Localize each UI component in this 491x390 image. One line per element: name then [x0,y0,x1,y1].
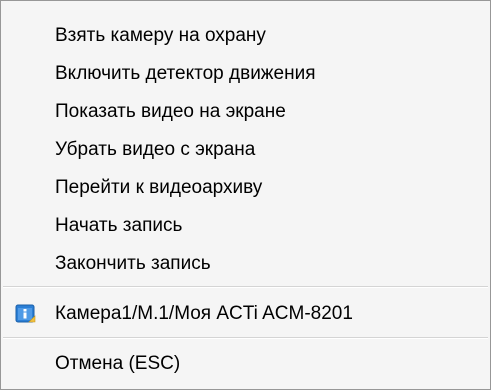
context-menu: Взять камеру на охрану Включить детектор… [0,0,491,390]
menu-item-arm-camera[interactable]: Взять камеру на охрану [3,19,488,53]
menu-item-label: Взять камеру на охрану [55,25,266,46]
menu-item-label: Показать видео на экране [55,101,286,122]
info-window-icon [15,303,37,325]
menu-item-label: Отмена (ESC) [55,353,181,374]
menu-item-label: Перейти к видеоархиву [55,177,263,198]
menu-item-cancel[interactable]: Отмена (ESC) [3,347,488,381]
menu-item-start-recording[interactable]: Начать запись [3,209,488,243]
menu-item-show-video[interactable]: Показать видео на экране [3,95,488,129]
menu-item-hide-video[interactable]: Убрать видео с экрана [3,133,488,167]
menu-separator [3,286,488,288]
menu-item-label: Начать запись [55,215,183,236]
menu-item-label: Включить детектор движения [55,63,316,84]
menu-item-label: Убрать видео с экрана [55,139,256,160]
menu-separator [3,337,488,339]
menu-item-label: Закончить запись [55,253,211,274]
menu-item-label: Камера1/М.1/Моя ACTi ACM-8201 [55,303,353,324]
menu-item-go-to-archive[interactable]: Перейти к видеоархиву [3,171,488,205]
menu-item-camera[interactable]: Камера1/М.1/Моя ACTi ACM-8201 [3,297,488,331]
menu-item-enable-motion-detector[interactable]: Включить детектор движения [3,57,488,91]
menu-item-stop-recording[interactable]: Закончить запись [3,247,488,281]
